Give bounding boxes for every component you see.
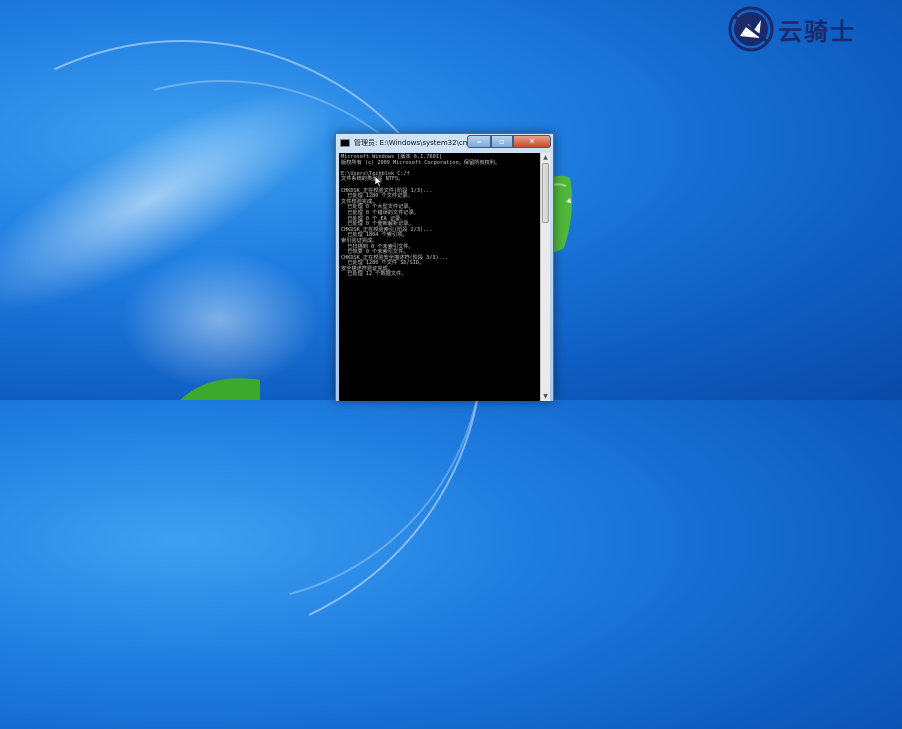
close-icon: ✕ xyxy=(528,137,536,146)
cmd-window[interactable]: 管理员: E:\Windows\system32\cmd.exe - ... –… xyxy=(335,133,554,401)
scrollbar-thumb[interactable] xyxy=(542,163,549,223)
console-text: Microsoft Windows [版本 6.1.7601] 版权所有 (c) … xyxy=(339,153,540,280)
watermark-text: 云骑士 xyxy=(778,16,856,46)
watermark-logo: 云骑士 xyxy=(728,6,856,52)
maximize-button[interactable]: ▫ xyxy=(491,135,513,148)
leaf-decoration-bottom xyxy=(180,378,260,400)
minimize-button[interactable]: – xyxy=(467,135,491,148)
knight-logo-icon xyxy=(728,6,774,52)
console-output[interactable]: Microsoft Windows [版本 6.1.7601] 版权所有 (c) … xyxy=(339,153,540,401)
close-button[interactable]: ✕ xyxy=(513,135,551,148)
mouse-pointer-icon xyxy=(375,176,383,187)
vertical-scrollbar[interactable]: ▲ ▼ xyxy=(540,153,550,401)
window-titlebar[interactable]: 管理员: E:\Windows\system32\cmd.exe - ... –… xyxy=(336,134,553,152)
cmd-icon[interactable] xyxy=(340,139,350,147)
scroll-up-arrow-icon[interactable]: ▲ xyxy=(541,153,550,162)
window-title: 管理员: E:\Windows\system32\cmd.exe - ... xyxy=(354,139,476,147)
maximize-icon: ▫ xyxy=(499,137,505,146)
console-line: 已处理 12 个数据文件。 xyxy=(341,271,407,278)
window-controls: – ▫ ✕ xyxy=(467,135,551,148)
minimize-icon: – xyxy=(477,137,481,146)
